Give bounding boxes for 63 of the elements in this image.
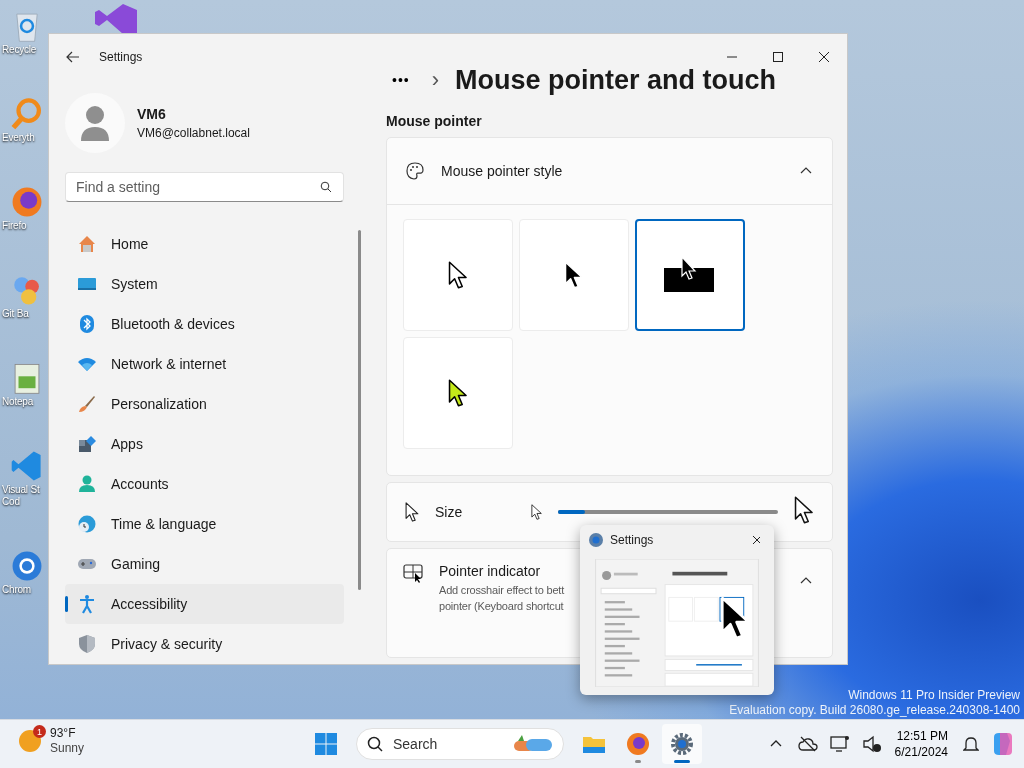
preview-title: Settings [610, 533, 655, 547]
nav-item[interactable]: Accessibility [65, 584, 344, 624]
search-icon [367, 736, 383, 752]
sun-icon[interactable] [18, 729, 42, 753]
gear-icon [588, 532, 604, 548]
home-icon [77, 234, 97, 254]
scrollbar[interactable] [358, 230, 361, 590]
breadcrumb-separator: › [431, 67, 440, 94]
person-icon [77, 474, 97, 494]
inverted-cursor-icon [664, 255, 716, 294]
clock-icon [77, 514, 97, 534]
close-icon[interactable] [818, 51, 830, 63]
firefox-icon [626, 732, 650, 756]
nav-item[interactable]: Apps [65, 424, 344, 464]
brush-icon [77, 394, 97, 414]
clock[interactable]: 12:51 PM 6/21/2024 [890, 728, 952, 760]
settings-search-field[interactable]: Find a setting [65, 172, 344, 202]
window-title: Settings [99, 50, 144, 64]
pointer-icon [405, 501, 419, 522]
nav-item[interactable]: Privacy & security [65, 624, 344, 664]
setting-label: Size [435, 503, 464, 520]
shield-icon [77, 634, 97, 654]
large-cursor-icon [794, 496, 814, 525]
nav-item[interactable]: Gaming [65, 544, 344, 584]
nav-item[interactable]: Time & language [65, 504, 344, 544]
gear-icon [670, 732, 694, 756]
nav-item[interactable]: Personalization [65, 384, 344, 424]
user-name: VM6 [137, 106, 167, 122]
nav-item[interactable]: Home [65, 224, 344, 264]
notification-badge: 1 [33, 725, 46, 738]
nav-item[interactable]: System [65, 264, 344, 304]
crosshair-pointer-icon [403, 563, 425, 583]
small-cursor-icon [531, 503, 543, 520]
weather-condition: Sunny [50, 741, 85, 756]
tinted-cursor-icon [448, 378, 468, 407]
section-heading: Mouse pointer [386, 112, 483, 129]
outlined-cursor-icon [448, 260, 468, 289]
setting-description: pointer (Keyboard shortcut [439, 599, 564, 614]
pointer-style-option[interactable] [635, 218, 745, 331]
setting-description: Add crosshair effect to bett [439, 583, 565, 598]
close-icon[interactable] [752, 535, 760, 545]
nav-item[interactable]: Bluetooth & devices [65, 304, 344, 344]
apps-icon [77, 434, 97, 454]
build-info-text: Evaluation copy. Build 26080.ge_release.240308-1400 [729, 703, 1020, 718]
nav-item[interactable]: Accounts [65, 464, 344, 504]
taskbar-app-button[interactable] [662, 724, 702, 764]
page-title: Mouse pointer and touch [455, 64, 777, 96]
nav-item[interactable]: Network & internet [65, 344, 344, 384]
start-icon[interactable] [314, 732, 338, 756]
user-email: VM6@collabnet.local [137, 126, 250, 140]
temperature: 93°F [50, 726, 77, 741]
setting-label: Mouse pointer style [441, 162, 564, 179]
taskbar-search-field[interactable]: Search [356, 728, 564, 760]
palette-icon [405, 160, 425, 181]
build-info-text: Windows 11 Pro Insider Preview [847, 688, 1020, 703]
maximize-icon[interactable] [772, 51, 784, 63]
more-button[interactable]: ••• [386, 71, 416, 90]
bluetooth-icon [77, 314, 97, 334]
setting-label: Pointer indicator [439, 563, 542, 579]
accessibility-icon [77, 594, 97, 614]
size-slider[interactable] [558, 509, 779, 514]
window-preview[interactable]: Settings [580, 525, 774, 695]
search-icon [320, 181, 332, 193]
